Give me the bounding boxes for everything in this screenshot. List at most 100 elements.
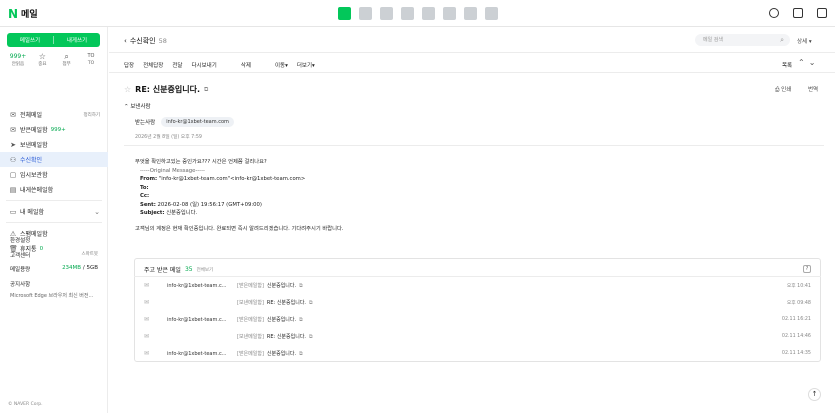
photo-app-icon[interactable] [380,7,393,20]
sidebar-item-inbox[interactable]: ✉ 받은메일함 999+ [0,122,108,137]
chevron-down-icon[interactable]: ⌄ [94,208,100,216]
quick-attachment[interactable]: ⌕ 첨부 [56,52,78,67]
support-row: 고객센터 스마트봇 [10,251,98,259]
read-receipt-icon: ⚇ [9,155,17,164]
folder-icon: ▭ [9,207,17,216]
support-link[interactable]: 고객센터 [10,251,30,259]
more-button[interactable]: 더보기▾ [297,61,315,69]
quick-important[interactable]: ☆ 중요 [31,52,53,67]
reply-button[interactable]: 답장 [124,61,134,69]
thread-row[interactable]: ✉ [보낸메일함] RE: 신분증입니다. ⧉ 02.11 14:46 [134,328,821,345]
orig-sent: Sent: 2026-02-08 (일) 19:56:17 (GMT+09:00… [135,201,344,210]
drive-app-icon[interactable] [443,7,456,20]
print-button[interactable]: ⎙ 인쇄 [775,85,791,94]
cc-label: Cc: [140,193,150,199]
quick-unread[interactable]: 999+ 안읽음 [7,52,29,67]
sidebar-item-sent[interactable]: ➤ 보낸메일함 [0,137,108,152]
resend-button[interactable]: 다시보내기 [192,61,217,69]
sender-toggle[interactable]: ⌃ 보낸사람 [124,102,151,110]
back-to-list[interactable]: ‹ 수신확인 58 [124,36,167,46]
sidebar-item-my-mailbox[interactable]: ▭ 내 메일함 ⌄ [0,204,108,219]
list-button[interactable]: 목록 [782,61,792,69]
app-switcher [338,7,498,20]
thread-count: 35 [184,266,193,273]
envelope-icon: ✉ [144,333,150,340]
thread-view-all[interactable]: 전체보기 [197,267,214,273]
mail-icon: ✉ [10,110,16,119]
settings-link[interactable]: 환경설정 [10,236,30,244]
chat-icon[interactable] [769,8,779,18]
thread-folder: [보낸메일함] [237,300,264,306]
naver-mail-logo[interactable]: N 메일 [8,7,38,21]
memo-app-icon[interactable] [464,7,477,20]
toolbar-gap [226,61,232,69]
quick-to-me[interactable]: TO TO [80,52,102,67]
calendar-app-icon[interactable] [359,7,372,20]
subject-value: 신분증입니다. [166,210,198,216]
thread-row[interactable]: ✉ info-kr@1xbet-team.c... [받은메일함] 신분증입니다.… [134,277,821,294]
compose-button[interactable]: 메일쓰기 [7,36,53,44]
star-icon: ☆ [38,52,46,61]
thread-row[interactable]: ✉ [보낸메일함] RE: 신분증입니다. ⧉ 오후 09:48 [134,294,821,311]
paperclip-icon: ⌕ [64,52,69,61]
translate-button[interactable]: 번역 [808,85,818,93]
sidebar-item-label: 내 메일함 [20,209,44,216]
copyright: © NAVER Corp. [8,402,43,407]
recipient-chip[interactable]: info-kr@1xbet-team.com [161,117,234,127]
external-link-icon[interactable]: ⧉ [309,334,313,340]
inbox-unread-count: 999+ [50,126,66,133]
external-link-icon[interactable]: ⧉ [299,283,303,289]
thread-subject: [보낸메일함] RE: 신분증입니다. ⧉ [237,333,313,340]
settings-app-icon[interactable] [422,7,435,20]
to-label: To: [140,184,149,191]
from-value: "info-kr@1xbet-team.com"<info-kr@1xbet-t… [158,176,306,182]
scroll-to-top-button[interactable]: ↑ [808,388,821,401]
to-badge-icon: TO [87,53,95,59]
envelope-icon: ✉ [144,299,150,306]
orig-from: From: "info-kr@1xbet-team.com"<info-kr@1… [135,175,344,184]
thread-subject: [받은메일함] 신분증입니다. ⧉ [237,350,303,357]
thread-row[interactable]: ✉ info-kr@1xbet-team.c... [받은메일함] 신분증입니다.… [134,345,821,362]
chevron-up-icon[interactable]: ⌃ [798,58,809,67]
external-link-icon[interactable]: ⧉ [309,300,313,306]
bookmark-app-icon[interactable] [485,7,498,20]
star-icon[interactable]: ☆ [124,85,131,94]
notification-bell-icon[interactable] [793,8,803,18]
sidebar-item-label: 보낸메일함 [20,142,48,149]
notice-title[interactable]: 공지사항 [10,280,30,288]
quick-label: 첨부 [62,62,71,67]
external-link-icon[interactable]: ⧉ [204,86,208,94]
contacts-app-icon[interactable] [401,7,414,20]
organize-link[interactable]: 정리하기 [83,112,100,118]
thread-subject: [보낸메일함] RE: 신분증입니다. ⧉ [237,299,313,306]
forward-button[interactable]: 전달 [172,61,182,69]
external-link-icon[interactable]: ⧉ [299,351,303,357]
detail-search-button[interactable]: 상세 ▾ [797,37,812,45]
chevron-down-icon[interactable]: ⌄ [809,58,820,67]
external-link-icon[interactable]: ⧉ [299,317,303,323]
nav-divider [6,200,102,201]
smartbot-link[interactable]: 스마트봇 [81,251,98,259]
app-grid-icon[interactable] [817,8,827,18]
self-compose-button[interactable]: 내게쓰기 [54,36,100,44]
thread-time: 오후 09:48 [786,301,811,306]
delete-button[interactable]: 삭제 [241,61,251,69]
reply-all-button[interactable]: 전체답장 [143,61,163,69]
thread-time: 02.11 14:35 [781,351,811,356]
notice-text[interactable]: Microsoft Edge 브라우저 최신 버전... [10,292,102,299]
sidebar-item-self-mail[interactable]: ▤ 내게쓴메일함 [0,182,108,197]
mail-app-icon[interactable] [338,7,351,20]
inbox-icon: ✉ [10,125,16,134]
thread-folder: [받은메일함] [237,317,264,323]
help-icon[interactable]: ? [803,265,811,273]
quick-label: TO [87,61,95,66]
thread-row[interactable]: ✉ info-kr@1xbet-team.c... [받은메일함] 신분증입니다.… [134,311,821,328]
sidebar-item-drafts[interactable]: ▢ 임시보관함 [0,167,108,182]
search-input[interactable]: 메일 검색 ⌕ [695,34,790,46]
search-icon[interactable]: ⌕ [780,34,784,46]
sidebar-item-label: 수신확인 [20,157,43,164]
sidebar-item-read-receipt[interactable]: ⚇ 수신확인 [0,152,108,167]
move-button[interactable]: 이동▾ [275,61,288,69]
sidebar-item-all-mail[interactable]: ✉ 전체메일 정리하기 [0,107,108,122]
